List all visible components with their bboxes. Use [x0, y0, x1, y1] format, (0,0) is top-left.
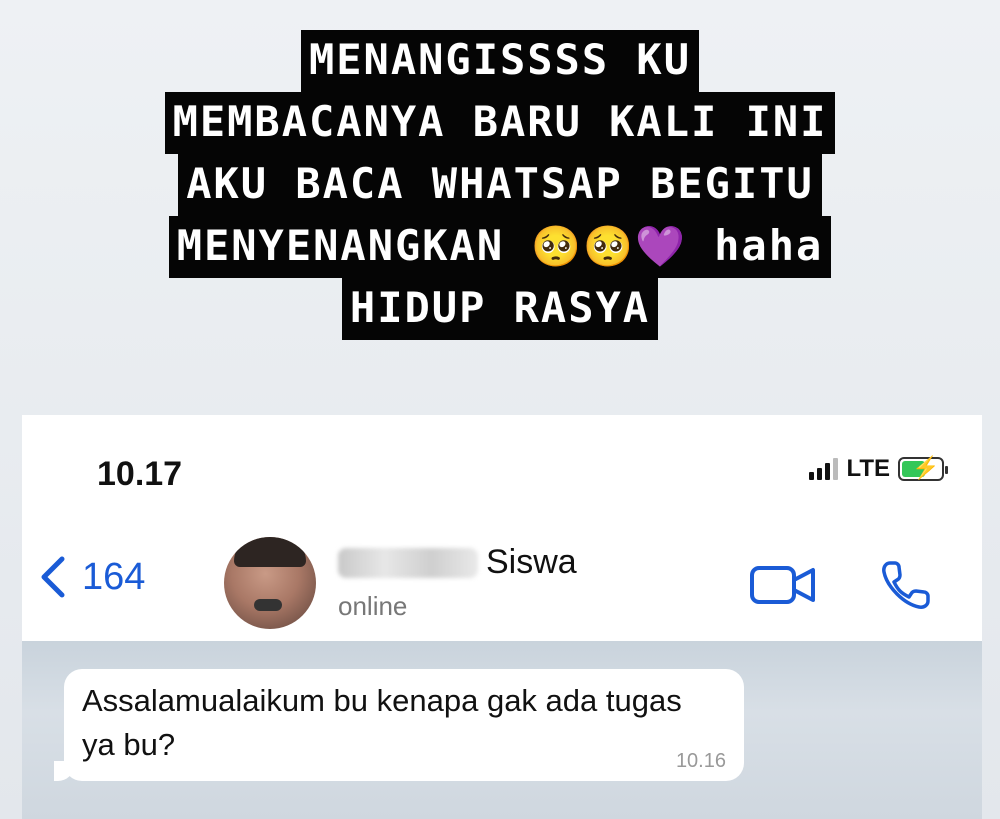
phone-call-icon [882, 561, 930, 609]
message-time: 10.16 [675, 750, 726, 772]
incoming-message-bubble[interactable]: Assalamualaikum bu kenapa gak ada tugas … [54, 669, 744, 781]
back-button[interactable]: 164 [40, 555, 145, 599]
caption-line-4-text: MENYENANGKAN [176, 221, 532, 270]
caption-line-4-tail: haha [686, 221, 824, 270]
pleading-face-emoji-2: 🥺 [583, 224, 636, 270]
message-text: Assalamualaikum bu kenapa gak ada tugas … [82, 683, 682, 762]
caption-line-2: MEMBACANYA BARU KALI INI [164, 92, 836, 154]
story-caption: MENANGISSSS KU MEMBACANYA BARU KALI INI … [0, 30, 1000, 340]
phone-call-button[interactable] [878, 557, 934, 618]
contact-name-text: Siswa [486, 543, 577, 581]
caption-line-3: AKU BACA WHATSAP BEGITU [178, 154, 822, 216]
whatsapp-screenshot: 10.17 LTE ⚡ 164 Siswa online Assalamuala… [22, 415, 982, 819]
purple-heart-emoji: 💜 [635, 224, 687, 270]
status-indicators: LTE ⚡ [809, 455, 948, 483]
unread-count: 164 [82, 555, 146, 598]
contact-name[interactable]: Siswa [338, 543, 577, 582]
blurred-name-part [338, 547, 478, 578]
caption-line-1: MENANGISSSS KU [300, 30, 699, 92]
signal-icon [809, 458, 839, 480]
caption-line-4: MENYENANGKAN 🥺🥺💜 haha [168, 216, 832, 278]
battery-icon: ⚡ [898, 455, 948, 481]
network-label: LTE [846, 455, 890, 482]
video-call-button[interactable] [749, 563, 817, 612]
contact-avatar[interactable] [224, 537, 316, 629]
pleading-face-emoji-1: 🥺 [531, 224, 584, 270]
chat-area[interactable]: Assalamualaikum bu kenapa gak ada tugas … [22, 641, 982, 819]
video-call-icon [750, 566, 815, 604]
back-chevron-icon [41, 556, 65, 598]
status-time: 10.17 [97, 455, 183, 493]
caption-line-5: HIDUP RASYA [341, 278, 659, 340]
contact-status: online [338, 591, 408, 621]
